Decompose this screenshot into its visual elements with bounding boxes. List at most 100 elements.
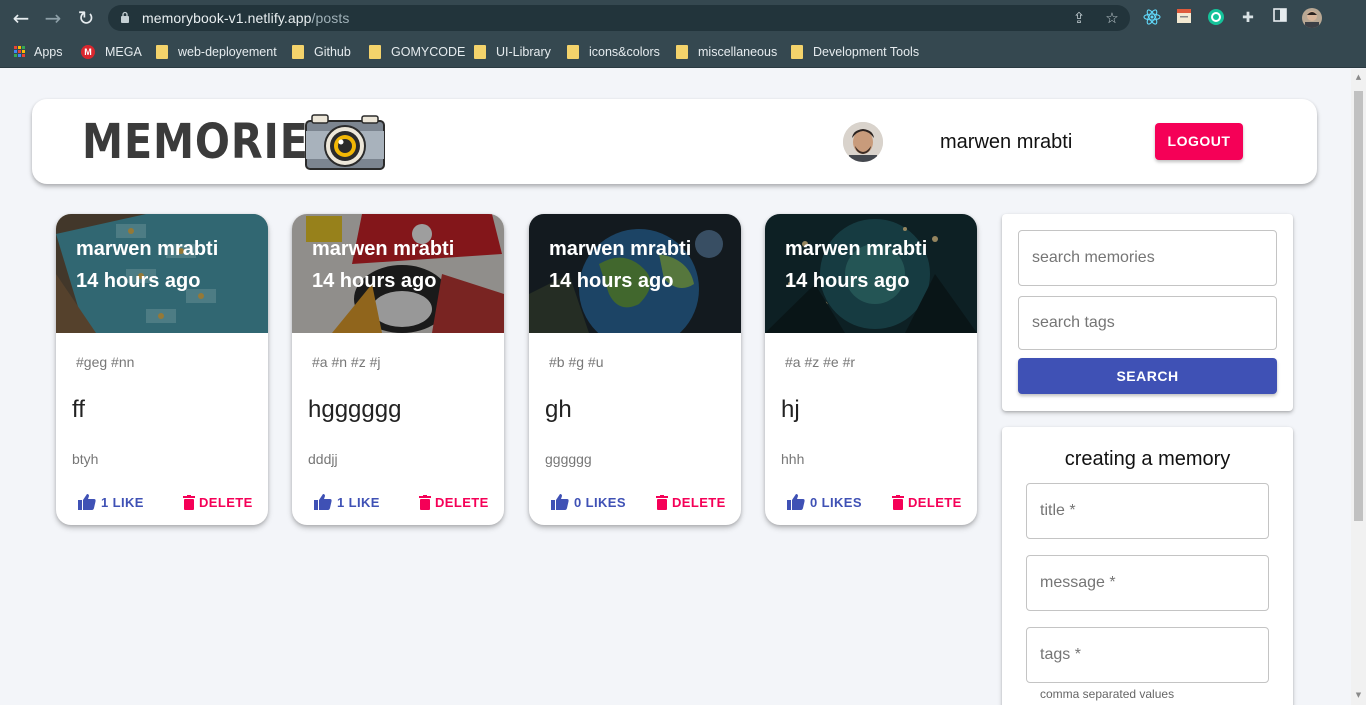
bookmark-miscellaneous[interactable]: miscellaneous: [676, 43, 777, 61]
post-tags: #geg #nn: [76, 354, 135, 370]
trash-icon: [419, 494, 431, 510]
search-panel: SEARCH: [1002, 214, 1293, 411]
post-time: 14 hours ago: [76, 270, 201, 292]
delete-button[interactable]: DELETE: [183, 492, 253, 512]
thumb-up-icon: [787, 494, 805, 510]
username: marwen mrabti: [940, 131, 1073, 153]
tags-field: [1026, 627, 1269, 683]
post-title: hj: [781, 396, 800, 423]
post-author: marwen mrabti: [549, 238, 692, 260]
post-card: marwen mrabti 14 hours ago #a #z #e #r h…: [765, 214, 977, 525]
create-memory-form: creating a memory comma separated values: [1002, 427, 1293, 705]
post-author: marwen mrabti: [76, 238, 219, 260]
like-button[interactable]: 1 LIKE: [314, 492, 380, 512]
share-icon[interactable]: ⇪: [1070, 9, 1088, 27]
folder-icon: [292, 45, 304, 59]
post-title: ff: [72, 396, 85, 423]
address-bar[interactable]: memorybook-v1.netlify.app/posts ⇪ ☆: [108, 5, 1130, 31]
title-field: [1026, 483, 1269, 539]
scroll-up-icon[interactable]: ▲: [1354, 73, 1363, 82]
bookmarks-bar: Apps M MEGA web-deployement Github GOMYC…: [0, 36, 1366, 68]
trash-icon: [183, 494, 195, 510]
trash-icon: [892, 494, 904, 510]
post-message: btyh: [72, 451, 99, 467]
delete-button[interactable]: DELETE: [892, 492, 962, 512]
notes-extension-icon[interactable]: [1174, 8, 1194, 28]
apps-grid-icon: [14, 46, 26, 58]
user-avatar: [843, 122, 883, 162]
page-content: MEMORIES marwen mrabti LOGOUT marwen mra…: [0, 69, 1351, 705]
bookmark-github[interactable]: Github: [292, 43, 351, 61]
url-text: memorybook-v1.netlify.app/posts: [142, 10, 350, 26]
delete-button[interactable]: DELETE: [419, 492, 489, 512]
title-input[interactable]: [1040, 484, 1255, 538]
forward-arrow-icon[interactable]: →: [42, 7, 64, 29]
message-input[interactable]: [1040, 556, 1255, 610]
bookmark-development-tools[interactable]: Development Tools: [791, 43, 919, 61]
side-panel-icon[interactable]: [1270, 8, 1290, 28]
folder-icon: [156, 45, 168, 59]
post-time: 14 hours ago: [312, 270, 437, 292]
folder-icon: [369, 45, 381, 59]
thumb-up-icon: [551, 494, 569, 510]
delete-button[interactable]: DELETE: [656, 492, 726, 512]
browser-toolbar: ← → ↻ memorybook-v1.netlify.app/posts ⇪ …: [0, 0, 1366, 36]
post-image: marwen mrabti 14 hours ago: [529, 214, 741, 333]
grammar-extension-icon[interactable]: [1206, 8, 1226, 28]
scroll-down-icon[interactable]: ▼: [1354, 691, 1363, 700]
post-message: gggggg: [545, 451, 592, 467]
lock-icon: [121, 11, 129, 23]
reload-icon[interactable]: ↻: [75, 7, 97, 29]
bookmark-apps[interactable]: Apps: [14, 43, 63, 61]
search-memories-input[interactable]: [1032, 231, 1263, 285]
camera-logo-icon: [305, 114, 385, 170]
post-image: marwen mrabti 14 hours ago: [765, 214, 977, 333]
post-time: 14 hours ago: [785, 270, 910, 292]
profile-avatar-icon[interactable]: [1302, 8, 1322, 28]
post-tags: #a #z #e #r: [785, 354, 856, 370]
back-arrow-icon[interactable]: ←: [10, 7, 32, 29]
trash-icon: [656, 494, 668, 510]
react-devtools-icon[interactable]: [1142, 8, 1162, 28]
post-title: hgggggg: [308, 396, 402, 423]
bookmark-web-deployement[interactable]: web-deployement: [156, 43, 277, 61]
search-memories-field: [1018, 230, 1277, 286]
post-time: 14 hours ago: [549, 270, 674, 292]
page-scrollbar[interactable]: ▲ ▼: [1351, 69, 1366, 705]
bookmark-ui-library[interactable]: UI-Library: [474, 43, 551, 61]
folder-icon: [676, 45, 688, 59]
search-tags-input[interactable]: [1032, 297, 1263, 349]
search-button[interactable]: SEARCH: [1018, 358, 1277, 394]
post-card: marwen mrabti 14 hours ago #a #n #z #j h…: [292, 214, 504, 525]
scroll-thumb[interactable]: [1354, 91, 1363, 521]
app-bar: MEMORIES marwen mrabti LOGOUT: [32, 99, 1317, 184]
post-card: marwen mrabti 14 hours ago #b #g #u gh g…: [529, 214, 741, 525]
thumb-up-icon: [78, 494, 96, 510]
tags-input[interactable]: [1040, 628, 1255, 682]
logout-button[interactable]: LOGOUT: [1155, 123, 1243, 160]
star-icon[interactable]: ☆: [1103, 9, 1121, 27]
bookmark-mega[interactable]: M MEGA: [81, 43, 142, 61]
post-card: marwen mrabti 14 hours ago #geg #nn ff b…: [56, 214, 268, 525]
post-image: marwen mrabti 14 hours ago: [56, 214, 268, 333]
thumb-up-icon: [314, 494, 332, 510]
bookmark-icons-colors[interactable]: icons&colors: [567, 43, 660, 61]
post-tags: #a #n #z #j: [312, 354, 381, 370]
extensions-puzzle-icon[interactable]: ✚: [1238, 8, 1258, 28]
post-author: marwen mrabti: [785, 238, 928, 260]
like-button[interactable]: 1 LIKE: [78, 492, 144, 512]
like-button[interactable]: 0 LIKES: [787, 492, 862, 512]
search-tags-field: [1018, 296, 1277, 350]
post-image: marwen mrabti 14 hours ago: [292, 214, 504, 333]
post-message: dddjj: [308, 451, 338, 467]
like-button[interactable]: 0 LIKES: [551, 492, 626, 512]
brand-heading[interactable]: MEMORIES: [82, 117, 339, 167]
message-field: [1026, 555, 1269, 611]
post-message: hhh: [781, 451, 805, 467]
post-tags: #b #g #u: [549, 354, 604, 370]
bookmark-gomycode[interactable]: GOMYCODE: [369, 43, 465, 61]
mega-icon: M: [81, 45, 95, 59]
form-title: creating a memory: [1064, 448, 1231, 470]
post-title: gh: [545, 396, 572, 423]
tags-helper-text: comma separated values: [1040, 687, 1175, 701]
